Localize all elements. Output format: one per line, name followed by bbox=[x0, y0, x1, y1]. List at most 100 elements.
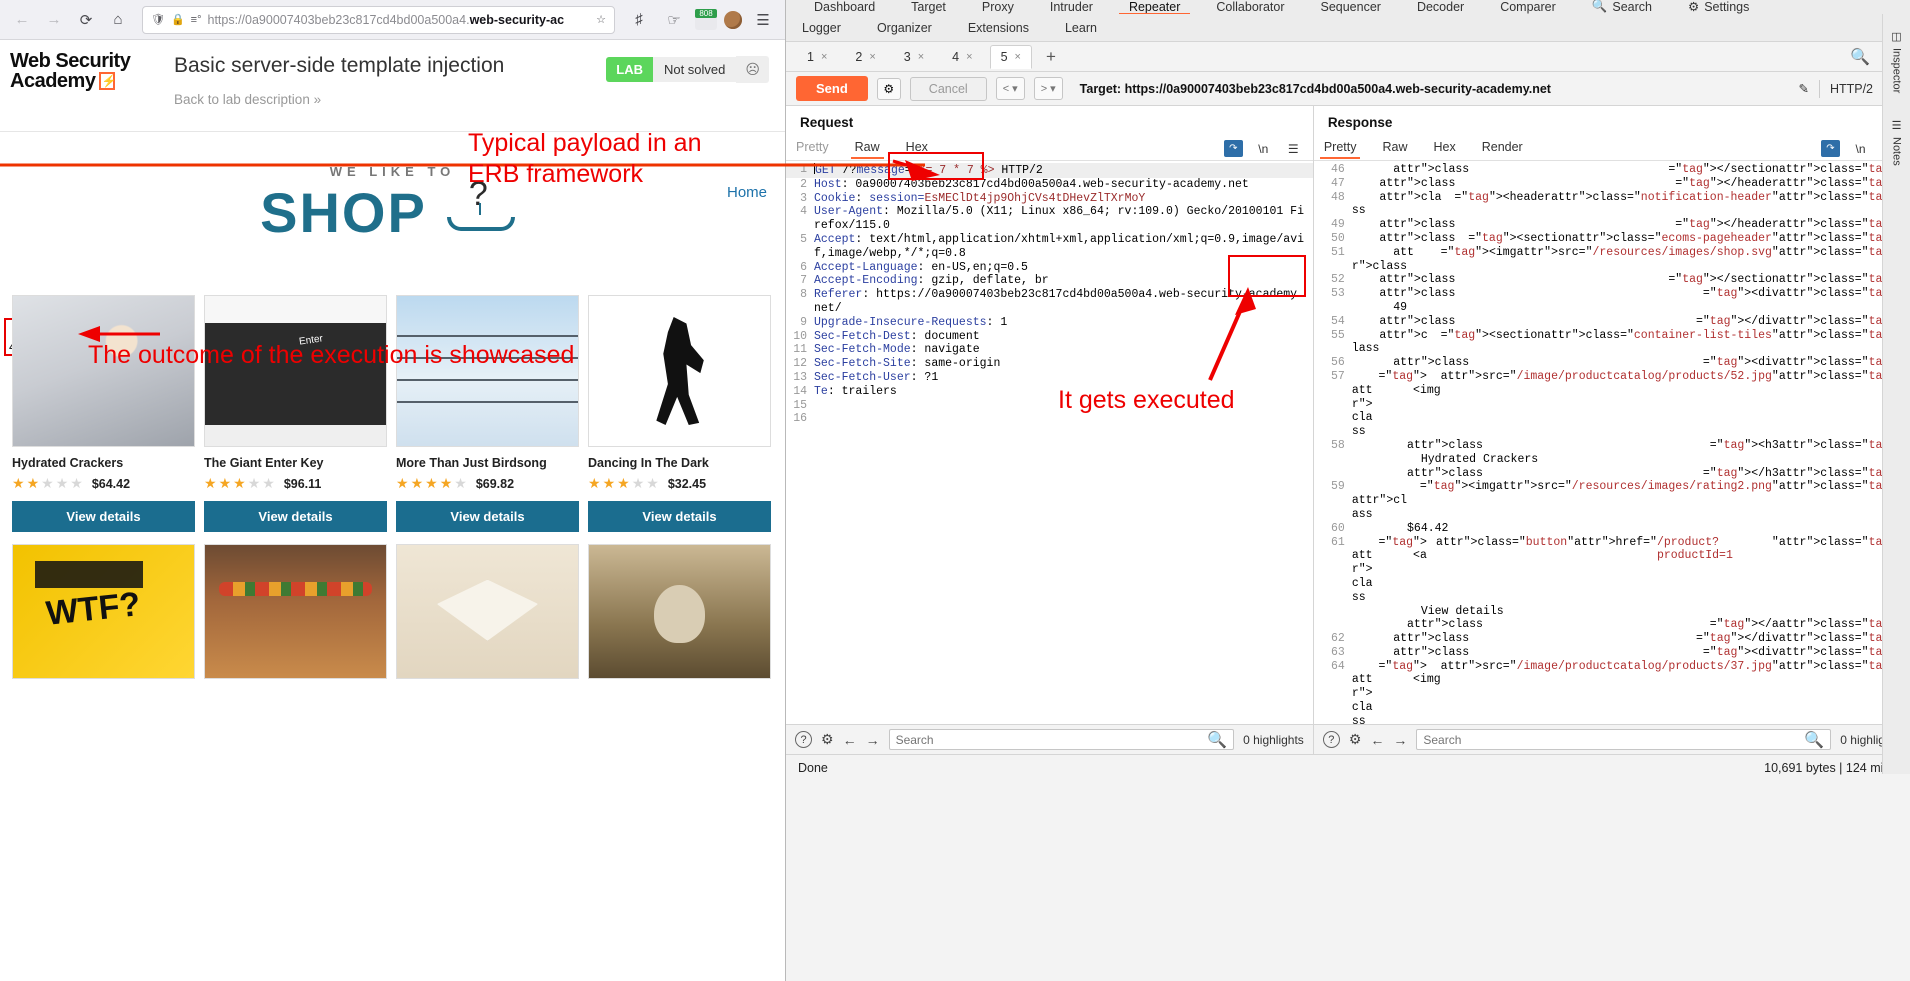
tab-sequencer[interactable]: Sequencer bbox=[1302, 0, 1398, 14]
tab-collaborator[interactable]: Collaborator bbox=[1198, 0, 1302, 14]
prev-match-icon[interactable]: ← bbox=[1370, 732, 1384, 748]
lab-status-icon[interactable]: ☹ bbox=[736, 56, 769, 83]
rail-inspector[interactable]: ◫ Inspector bbox=[1890, 30, 1903, 93]
send-options-gear-icon[interactable]: ⚙ bbox=[876, 77, 901, 100]
cookie-extension-icon[interactable] bbox=[724, 10, 742, 29]
product-card[interactable] bbox=[588, 544, 771, 679]
pocket-icon[interactable]: ♯ bbox=[625, 6, 653, 34]
response-body[interactable]: 46 attr">class =" tag "></section attr ">clas… bbox=[1314, 161, 1910, 724]
search-icon[interactable]: 🔍 bbox=[1850, 47, 1870, 67]
close-icon[interactable]: × bbox=[869, 51, 875, 63]
view-details-button[interactable]: View details bbox=[12, 501, 195, 532]
settings-gear-icon[interactable]: ⚙ bbox=[1349, 731, 1362, 748]
product-card[interactable] bbox=[396, 544, 579, 679]
product-card[interactable]: Hydrated Crackers ★ ★ ★ ★ ★ $64.42 View deta… bbox=[12, 295, 195, 532]
repeater-tab-3[interactable]: 3 × bbox=[893, 45, 935, 69]
response-tab-render[interactable]: Render bbox=[1482, 140, 1523, 158]
tab-decoder[interactable]: Decoder bbox=[1399, 0, 1482, 14]
request-tab-pretty[interactable]: Pretty bbox=[796, 140, 829, 158]
show-newlines-icon[interactable]: \n bbox=[1254, 140, 1273, 157]
pencil-icon[interactable]: ✎ bbox=[1798, 81, 1808, 96]
word-wrap-icon[interactable]: ↷ bbox=[1223, 140, 1243, 157]
product-card[interactable]: More Than Just Birdsong ★ ★ ★ ★ ★ $69.82 Vie… bbox=[396, 295, 579, 532]
request-line: 14 Te: trailers bbox=[793, 384, 897, 398]
send-button[interactable]: Send bbox=[796, 76, 868, 101]
request-tab-raw[interactable]: Raw bbox=[850, 140, 884, 159]
next-match-icon[interactable]: → bbox=[1393, 732, 1407, 748]
hamburger-menu-icon[interactable]: ☰ bbox=[749, 6, 777, 34]
extension-icon[interactable]: ☞ bbox=[660, 6, 688, 34]
view-details-button[interactable]: View details bbox=[588, 501, 771, 532]
close-icon[interactable]: × bbox=[918, 51, 924, 63]
tab-proxy[interactable]: Proxy bbox=[964, 0, 1032, 14]
repeater-tab-4[interactable]: 4 × bbox=[941, 45, 983, 69]
request-line: 13 Sec-Fetch-User: ?1 bbox=[793, 370, 939, 384]
target-label: Target: https://0a90007403beb23c817cd4bd… bbox=[1079, 81, 1551, 96]
product-price: $69.82 bbox=[475, 476, 515, 491]
prev-match-icon[interactable]: ← bbox=[843, 732, 857, 748]
view-details-button[interactable]: View details bbox=[204, 501, 387, 532]
request-search-input[interactable] bbox=[895, 732, 1208, 747]
search-icon[interactable]: 🔍 bbox=[1804, 730, 1824, 750]
rail-notes[interactable]: ☰ Notes bbox=[1890, 119, 1903, 166]
home-button[interactable]: ⌂ bbox=[104, 6, 132, 34]
tab-dashboard[interactable]: Dashboard bbox=[796, 0, 893, 14]
address-bar[interactable]: 🛡 🔒 ≡° https://0a90007403beb23c817cd4bd0… bbox=[142, 5, 615, 34]
request-body[interactable]: 1 GET /?message=<%= 7 * 7 %> HTTP/2 2 Host:… bbox=[786, 161, 1313, 724]
request-line: 9 Upgrade-Insecure-Requests: 1 bbox=[800, 315, 1008, 329]
tab-comparer[interactable]: Comparer bbox=[1482, 0, 1574, 14]
word-wrap-icon[interactable]: ↷ bbox=[1821, 140, 1840, 157]
show-newlines-icon[interactable]: \n bbox=[1851, 140, 1870, 157]
repeater-tab-2[interactable]: 2 × bbox=[844, 45, 886, 69]
product-card[interactable] bbox=[204, 544, 387, 679]
close-icon[interactable]: × bbox=[821, 51, 827, 63]
view-details-button[interactable]: View details bbox=[396, 501, 579, 532]
help-icon[interactable]: ? bbox=[795, 731, 812, 748]
tab-organizer[interactable]: Organizer bbox=[877, 21, 932, 35]
product-card[interactable]: The Giant Enter Key ★★★★★ $96.11 View de… bbox=[204, 295, 387, 532]
product-grid-row-1: Hydrated Crackers ★ ★ ★ ★ ★ $64.42 View deta… bbox=[0, 285, 785, 532]
response-tab-raw[interactable]: Raw bbox=[1382, 140, 1407, 158]
back-button[interactable]: ← bbox=[8, 6, 36, 34]
status-right: 10,691 bytes | 124 millis bbox=[1764, 760, 1898, 775]
response-tab-hex[interactable]: Hex bbox=[1433, 140, 1455, 158]
help-icon[interactable]: ? bbox=[1322, 731, 1340, 748]
tab-target[interactable]: Target bbox=[893, 0, 964, 14]
reload-button[interactable]: ⟳ bbox=[72, 6, 100, 34]
tab-logger[interactable]: Logger bbox=[802, 21, 841, 35]
counter-extension-icon[interactable]: 808 bbox=[695, 8, 717, 30]
search-icon[interactable]: 🔍 bbox=[1207, 730, 1227, 750]
shop-banner: WE LIKE TO SHOP ? bbox=[0, 164, 785, 247]
product-card[interactable]: Dancing In The Dark ★ ★ ★ ★ ★ $32.45 View de… bbox=[588, 295, 771, 532]
request-search-box[interactable]: 🔍 bbox=[888, 729, 1235, 750]
bookmark-star-icon[interactable]: ☆ bbox=[596, 13, 606, 26]
response-tab-pretty[interactable]: Pretty bbox=[1319, 140, 1361, 159]
tab-learn[interactable]: Learn bbox=[1065, 21, 1097, 35]
tab-intruder[interactable]: Intruder bbox=[1032, 0, 1111, 14]
response-search-box[interactable]: 🔍 bbox=[1416, 729, 1832, 750]
response-line: 52 attr">class =" tag "></section attr ">clas… bbox=[1331, 273, 1910, 287]
home-nav-link[interactable]: Home bbox=[727, 184, 767, 201]
request-viewtabs: Pretty Raw Hex ↷ \n ☰ bbox=[786, 137, 1313, 161]
back-to-lab-description-link[interactable]: Back to lab description » bbox=[174, 92, 592, 107]
product-card[interactable] bbox=[12, 544, 195, 679]
request-line: 11 Sec-Fetch-Mode: navigate bbox=[793, 343, 980, 357]
response-search-input[interactable] bbox=[1423, 732, 1805, 747]
tab-settings[interactable]: ⚙ Settings bbox=[1670, 0, 1767, 14]
new-repeater-tab-button[interactable]: + bbox=[1038, 47, 1064, 67]
request-menu-icon[interactable]: ☰ bbox=[1284, 140, 1303, 157]
close-icon[interactable]: × bbox=[1015, 51, 1021, 63]
repeater-tab-5[interactable]: 5 × bbox=[989, 44, 1032, 69]
forward-button[interactable]: → bbox=[40, 6, 68, 34]
close-icon[interactable]: × bbox=[966, 51, 972, 63]
cancel-button[interactable]: Cancel bbox=[909, 76, 987, 101]
next-request-button[interactable]: > ▾ bbox=[1033, 77, 1063, 100]
settings-gear-icon[interactable]: ⚙ bbox=[821, 731, 834, 748]
tab-extensions[interactable]: Extensions bbox=[968, 21, 1029, 35]
next-match-icon[interactable]: → bbox=[866, 732, 880, 748]
response-line: 64 attr">class =" tag "><img attr ">src="/im… bbox=[1331, 659, 1910, 724]
repeater-tab-1[interactable]: 1 × bbox=[796, 45, 838, 69]
tab-repeater[interactable]: Repeater bbox=[1111, 0, 1198, 14]
tab-search[interactable]: 🔍 Search bbox=[1574, 0, 1670, 14]
prev-request-button[interactable]: < ▾ bbox=[995, 77, 1025, 100]
